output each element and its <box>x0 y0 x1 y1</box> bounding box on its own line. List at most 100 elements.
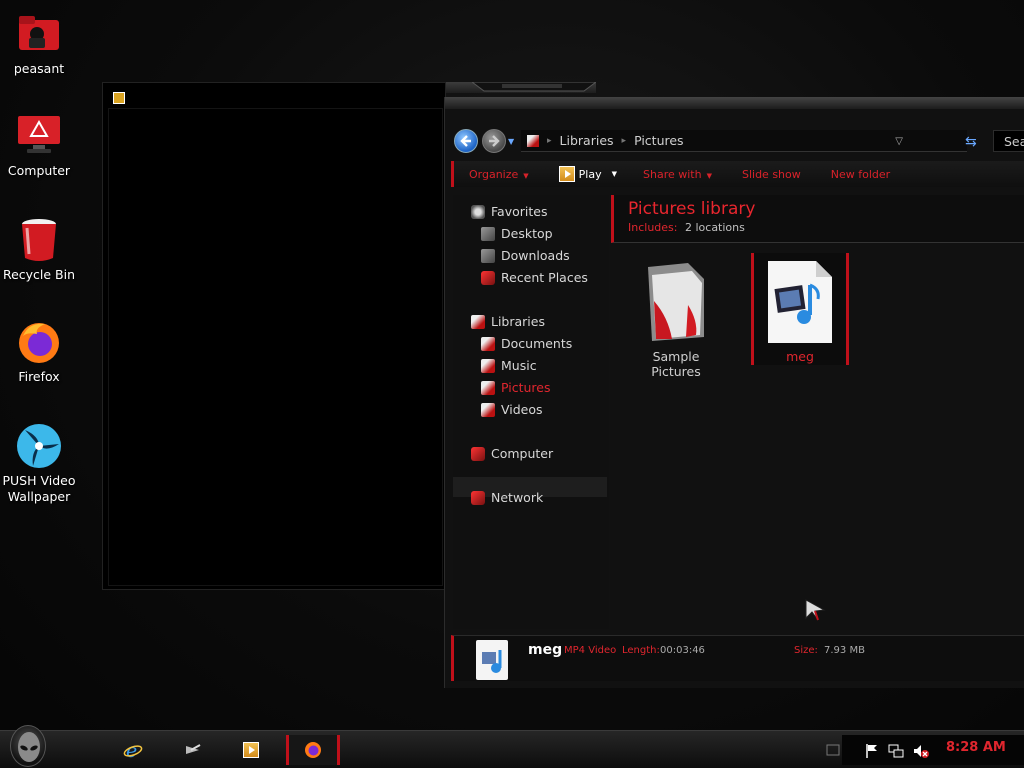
address-bar[interactable]: ▸ Libraries ▸ Pictures ▽ <box>521 130 967 152</box>
push-video-wallpaper-icon <box>15 422 63 470</box>
taskbar-media-player[interactable] <box>240 737 266 763</box>
desktop-icon-push-video-wallpaper[interactable]: PUSH Video Wallpaper <box>0 422 78 505</box>
desktop-icon-label: peasant <box>13 61 65 76</box>
nav-label: Network <box>491 490 544 505</box>
desktop-icon-label: Wallpaper <box>7 489 71 504</box>
file-label: Pictures <box>651 364 701 379</box>
pictures-icon <box>481 380 495 395</box>
recent-pages-dropdown[interactable]: ▼ <box>508 137 514 146</box>
library-includes: Includes: 2 locations <box>628 221 745 234</box>
nav-item-downloads[interactable]: Downloads <box>481 246 570 265</box>
flag-icon[interactable] <box>864 743 880 759</box>
nav-label: Music <box>501 358 537 373</box>
nav-item-favorites[interactable]: Favorites <box>471 202 547 221</box>
background-window-content <box>108 108 443 586</box>
organize-button[interactable]: Organize ▼ <box>469 168 529 181</box>
pictures-library-icon <box>527 134 539 147</box>
nav-label: Downloads <box>501 248 570 263</box>
nav-label: Desktop <box>501 226 553 241</box>
desktop-icon-label: PUSH Video <box>2 473 76 488</box>
taskbar-firefox[interactable] <box>300 737 326 763</box>
file-item-meg[interactable]: meg <box>751 253 849 365</box>
nav-item-music[interactable]: Music <box>481 356 537 375</box>
share-with-button[interactable]: Share with ▼ <box>643 168 712 181</box>
taskbar-internet-explorer[interactable]: e <box>120 737 146 763</box>
chevron-down-icon: ▼ <box>706 171 712 180</box>
star-icon <box>471 204 485 219</box>
network-icon[interactable] <box>888 743 904 759</box>
video-file-icon <box>762 261 838 343</box>
media-center-icon <box>186 744 201 754</box>
play-button[interactable]: Play ▼ <box>558 166 617 182</box>
nav-item-recent-places[interactable]: Recent Places <box>481 268 588 287</box>
explorer-window[interactable]: ▼ ▸ Libraries ▸ Pictures ▽ ⇆ Search Pict… <box>444 97 1024 688</box>
nav-item-network[interactable]: Network <box>471 488 543 507</box>
address-dropdown-icon[interactable]: ▽ <box>895 136 903 147</box>
search-input[interactable]: Search Pictures <box>993 130 1024 152</box>
details-length-label: Length: <box>622 645 660 656</box>
desktop-icon-computer[interactable]: Computer <box>0 112 78 179</box>
nav-item-documents[interactable]: Documents <box>481 334 572 353</box>
alien-head-icon <box>18 732 40 762</box>
internet-explorer-icon: e <box>123 740 143 760</box>
nav-label: Recent Places <box>501 270 588 285</box>
share-with-label: Share with <box>643 167 702 181</box>
media-player-icon <box>113 92 125 104</box>
slide-show-button[interactable]: Slide show <box>742 168 801 181</box>
firefox-icon <box>305 742 321 758</box>
desktop-icon-recycle-bin[interactable]: Recycle Bin <box>0 216 78 283</box>
arrow-right-icon <box>489 135 500 147</box>
includes-locations-link[interactable]: 2 locations <box>685 221 745 234</box>
firefox-icon <box>15 318 63 366</box>
taskbar-clock[interactable]: 8:28 AM <box>946 740 1006 755</box>
play-icon <box>558 166 575 182</box>
file-label: Sample <box>652 349 700 364</box>
details-size-value: 7.93 MB <box>824 645 865 656</box>
downloads-icon <box>481 248 495 263</box>
details-pane: meg MP4 Video Length: 00:03:46 Size: 7.9… <box>451 635 1024 681</box>
nav-item-pictures[interactable]: Pictures <box>481 378 551 397</box>
documents-icon <box>481 336 495 351</box>
nav-item-videos[interactable]: Videos <box>481 400 543 419</box>
navigation-bar: ▼ ▸ Libraries ▸ Pictures ▽ ⇆ Search Pict… <box>445 123 1024 159</box>
breadcrumb-libraries[interactable]: Libraries <box>560 133 614 148</box>
file-label: meg <box>786 349 814 364</box>
desktop-icon <box>481 226 495 241</box>
play-label: Play <box>578 167 602 181</box>
details-size-label: Size: <box>794 645 818 656</box>
details-length-value: 00:03:46 <box>660 645 705 656</box>
nav-label: Computer <box>491 446 554 461</box>
desktop-icon-label: Computer <box>7 163 71 178</box>
user-folder-icon <box>15 10 63 58</box>
nav-item-desktop[interactable]: Desktop <box>481 224 553 243</box>
new-folder-button[interactable]: New folder <box>831 168 890 181</box>
network-icon <box>471 490 485 505</box>
videos-icon <box>481 402 495 417</box>
file-item-sample-pictures[interactable]: Sample Pictures <box>627 253 725 379</box>
desktop-icon-label: Recycle Bin <box>2 267 76 282</box>
nav-label: Videos <box>501 402 543 417</box>
back-button[interactable] <box>454 129 478 153</box>
nav-item-computer[interactable]: Computer <box>471 444 553 463</box>
navigation-pane: Favorites Desktop Downloads Recent Place… <box>453 195 609 629</box>
computer-icon <box>471 446 485 461</box>
explorer-titlebar[interactable] <box>445 97 1024 109</box>
taskbar: e 8:28 AM <box>0 725 1024 768</box>
command-bar: Organize ▼ Play ▼ Share with ▼ Slide show … <box>451 161 1024 187</box>
start-button[interactable] <box>10 725 46 767</box>
nav-label: Favorites <box>491 204 548 219</box>
nav-label: Libraries <box>491 314 545 329</box>
desktop-icon-peasant[interactable]: peasant <box>0 10 78 77</box>
taskbar-media-center[interactable] <box>180 737 206 763</box>
volume-muted-icon[interactable] <box>912 743 930 759</box>
forward-button[interactable] <box>482 129 506 153</box>
folder-icon <box>638 261 714 343</box>
show-desktop-icon <box>826 744 840 756</box>
nav-item-libraries[interactable]: Libraries <box>471 312 545 331</box>
chevron-down-icon: ▼ <box>523 171 529 180</box>
desktop-icon-firefox[interactable]: Firefox <box>0 318 78 385</box>
breadcrumb-pictures[interactable]: Pictures <box>634 133 684 148</box>
refresh-icon[interactable]: ⇆ <box>965 134 985 150</box>
organize-label: Organize <box>469 167 519 181</box>
background-window[interactable] <box>102 82 446 590</box>
